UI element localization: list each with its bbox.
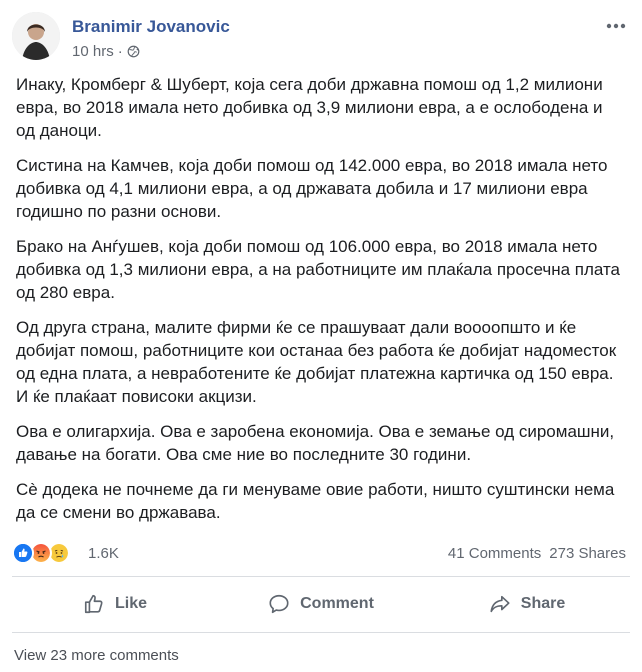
post-header: Branimir Jovanovic 10 hrs · [12, 12, 630, 66]
globe-icon[interactable] [127, 45, 140, 58]
action-bar: Like Comment Share [12, 584, 630, 624]
post-paragraph: Систина на Камчев, која доби помош од 14… [16, 156, 608, 221]
comment-icon [269, 594, 289, 614]
engagement-counts: 41 Comments 273 Shares [448, 545, 626, 562]
reaction-emojis[interactable] [12, 540, 84, 566]
share-label: Share [520, 595, 566, 612]
post-paragraph: Ова е олигархија. Ова е заробена економи… [16, 422, 615, 464]
post-paragraph: Инаку, Кромберг & Шуберт, која сега доби… [16, 75, 603, 140]
author-avatar[interactable] [12, 12, 60, 60]
view-more-comments-link[interactable]: View 23 more comments [14, 647, 179, 664]
author-name[interactable]: Branimir Jovanovic [72, 17, 230, 37]
like-label: Like [114, 595, 147, 612]
shares-count[interactable]: 273 Shares [549, 545, 626, 562]
reactions-bar: 1.6K 41 Comments 273 Shares [12, 540, 626, 566]
post-paragraph: Од друга страна, малите фирми ќе се праш… [16, 318, 617, 406]
like-reaction-icon [12, 542, 34, 564]
thumbs-up-icon [84, 594, 103, 614]
author-photo-icon [12, 12, 60, 60]
more-options-icon[interactable] [604, 14, 628, 38]
comment-button[interactable]: Comment [218, 584, 424, 624]
reaction-count[interactable]: 1.6K [88, 545, 119, 562]
divider [12, 576, 630, 577]
post-paragraph: Брако на Анѓушев, која доби помош од 106… [16, 237, 621, 302]
post-paragraph: Сè додека не почнеме да ги менуваме овие… [16, 480, 615, 522]
facebook-post: Branimir Jovanovic 10 hrs · Инаку, Кромб… [0, 0, 642, 672]
post-meta: 10 hrs · [72, 43, 140, 60]
comments-count[interactable]: 41 Comments [448, 545, 541, 562]
like-button[interactable]: Like [12, 584, 218, 624]
post-timestamp[interactable]: 10 hrs [72, 43, 114, 60]
divider [12, 632, 630, 633]
share-icon [490, 595, 510, 613]
meta-separator: · [117, 43, 123, 60]
post-body: Инаку, Кромберг & Шуберт, која сега доби… [16, 73, 626, 536]
comment-label: Comment [300, 595, 374, 612]
share-button[interactable]: Share [424, 584, 630, 624]
